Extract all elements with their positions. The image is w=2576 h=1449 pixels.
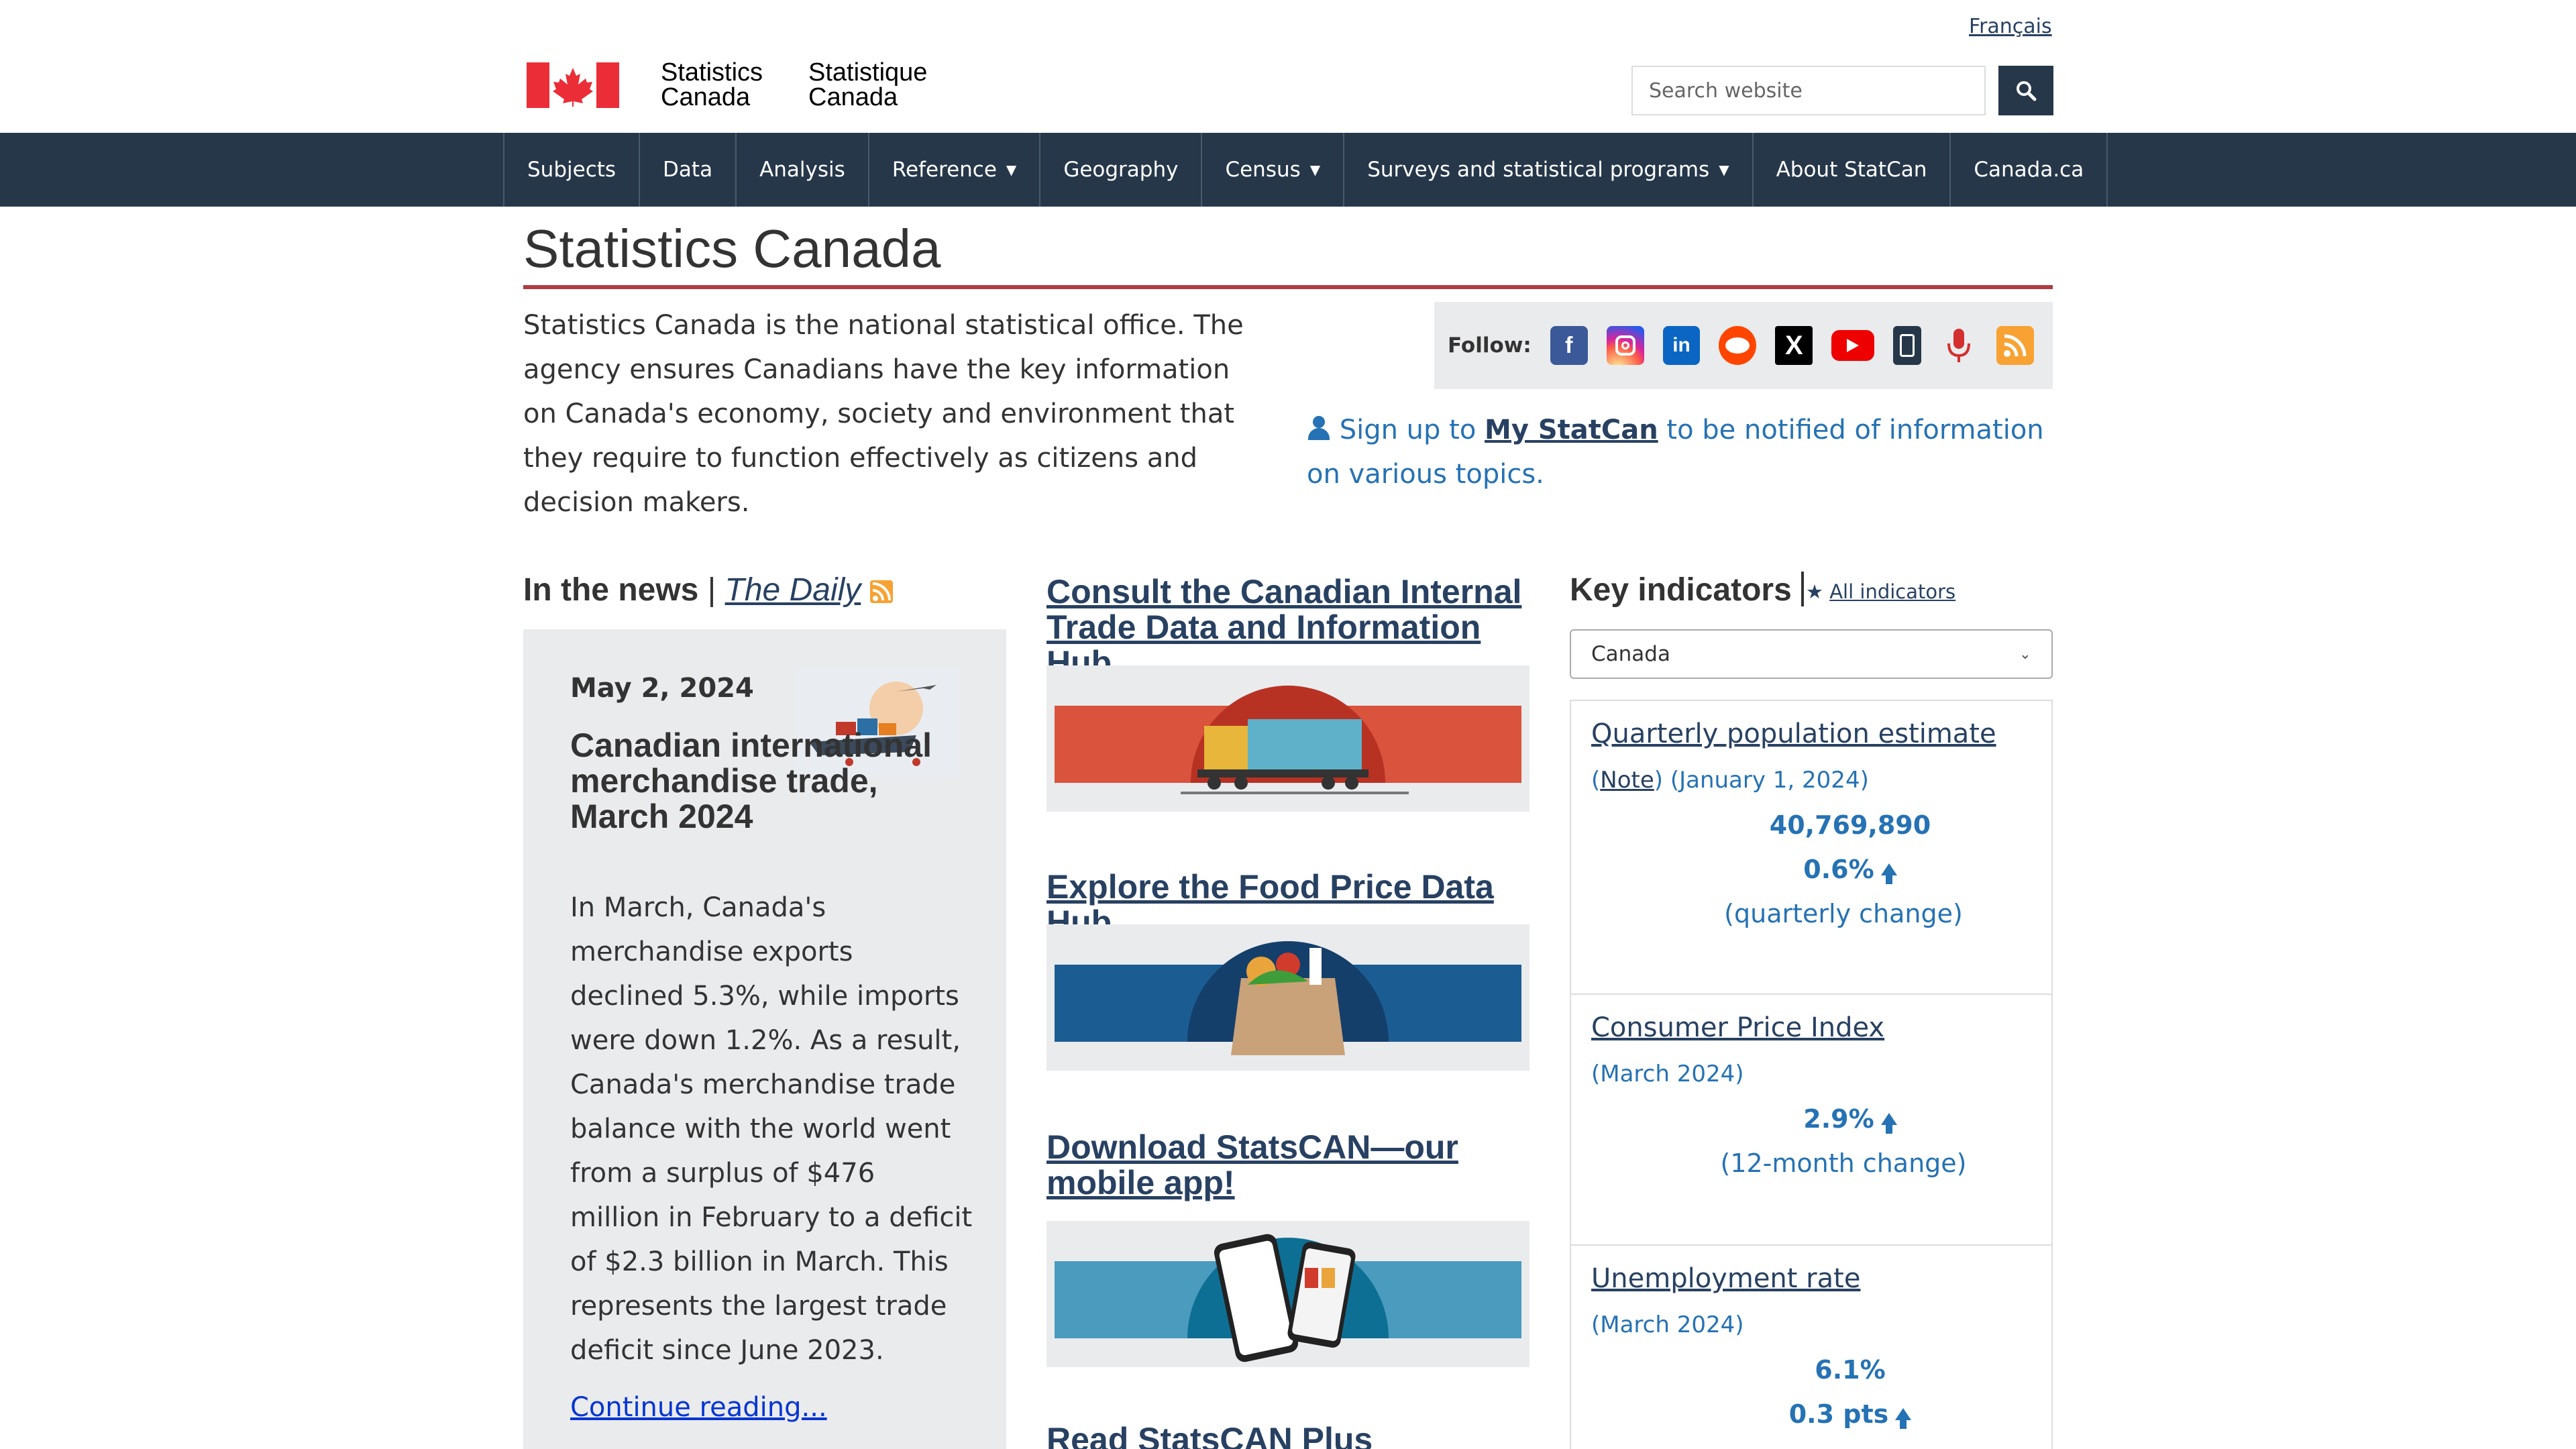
nav-label: Canada.ca — [1974, 158, 2084, 182]
chevron-down-icon: ▼ — [1309, 162, 1321, 178]
search-button[interactable] — [1998, 66, 2053, 115]
key-indicators-list: Quarterly population estimate (Note) (Ja… — [1570, 700, 2053, 1449]
nav-label: About StatCan — [1776, 158, 1927, 182]
statscan-app-icon[interactable] — [1892, 326, 1922, 365]
signature-line: Canada — [661, 83, 751, 111]
indicator-period: (March 2024) — [1591, 1311, 1744, 1338]
the-daily-link[interactable]: The Daily — [725, 572, 861, 608]
indicator-period-text: (January 1, 2024) — [1670, 767, 1869, 794]
indicator-change-desc: (12-month change) — [1720, 1148, 1967, 1178]
all-indicators-link[interactable]: ★ All indicators — [1806, 580, 1955, 603]
rss-icon[interactable] — [869, 580, 893, 603]
nav-item-reference[interactable]: Reference ▼ — [869, 133, 1041, 207]
rss-icon[interactable] — [1996, 326, 2035, 365]
chevron-down-icon: ⌄ — [2019, 645, 2031, 663]
linkedin-icon[interactable]: in — [1662, 326, 1701, 365]
nav-label: Subjects — [527, 158, 616, 182]
search-input[interactable] — [1631, 66, 1986, 115]
news-body: In March, Canada's merchandise exports d… — [570, 892, 973, 1366]
nav-label: Analysis — [759, 158, 845, 182]
nav-label: Reference — [892, 158, 997, 182]
nav-item-surveys[interactable]: Surveys and statistical programs ▼ — [1344, 133, 1754, 207]
all-indicators-label: All indicators — [1829, 580, 1956, 603]
reddit-icon[interactable] — [1719, 326, 1757, 365]
indicator-title[interactable]: Quarterly population estimate — [1591, 718, 1996, 749]
news-heading-text: In the news — [523, 572, 699, 608]
signup-notice: Sign up to My StatCan to be notified of … — [1307, 408, 2058, 496]
main-navigation: Subjects Data Analysis Reference ▼ Geogra… — [503, 133, 2108, 207]
signature-line: Canada — [808, 83, 898, 111]
indicator-population: Quarterly population estimate (Note) (Ja… — [1571, 701, 2051, 995]
nav-label: Data — [663, 158, 713, 182]
signature-english: Statistics Canada — [661, 60, 763, 110]
chevron-down-icon: ▼ — [1006, 162, 1017, 178]
indicator-title[interactable]: Unemployment rate — [1591, 1263, 1860, 1294]
search-icon — [2017, 81, 2037, 101]
intro-paragraph: Statistics Canada is the national statis… — [523, 310, 1244, 518]
indicator-title[interactable]: Consumer Price Index — [1591, 1012, 1884, 1043]
nav-item-canada-ca[interactable]: Canada.ca — [1951, 133, 2108, 207]
indicator-cpi: Consumer Price Index (March 2024) 2.9% (… — [1571, 995, 2051, 1246]
indicator-values: 6.1% 0.3 pts — [1571, 1348, 2051, 1436]
follow-label: Follow: — [1448, 333, 1532, 358]
indicator-period: (Note) (January 1, 2024) — [1591, 767, 1869, 794]
nav-item-data[interactable]: Data — [640, 133, 737, 207]
mobile-app-link[interactable]: Download StatsCAN—our mobile app! — [1046, 1130, 1543, 1201]
signature-line: Statistics — [661, 58, 763, 87]
indicator-value: 6.1% — [1815, 1355, 1886, 1385]
nav-label: Census — [1225, 158, 1301, 182]
indicator-change-desc: (quarterly change) — [1724, 899, 1963, 928]
arrow-up-icon — [1895, 1408, 1912, 1429]
user-icon — [1307, 415, 1331, 441]
continue-reading-link[interactable]: Continue reading... — [570, 1392, 827, 1423]
canada-flag-icon[interactable] — [527, 62, 619, 108]
statscan-plus-link[interactable]: Read StatsCAN Plus — [1046, 1422, 1543, 1449]
news-date: May 2, 2024 — [570, 673, 754, 704]
internal-trade-hub-image[interactable] — [1046, 665, 1529, 812]
nav-item-subjects[interactable]: Subjects — [504, 133, 641, 207]
indicator-note-link[interactable]: Note — [1600, 767, 1654, 794]
signature-line: Statistique — [808, 58, 928, 87]
indicator-values: 40,769,890 0.6% (quarterly change) — [1571, 803, 2051, 936]
heading-separator — [1801, 572, 1804, 606]
follow-bar: Follow: f in X — [1434, 302, 2053, 389]
facebook-icon[interactable]: f — [1550, 326, 1588, 365]
indicator-change: 0.6% — [1803, 855, 1874, 884]
arrow-up-icon — [1880, 1113, 1897, 1134]
nav-label: Surveys and statistical programs — [1367, 158, 1710, 182]
food-price-hub-image[interactable] — [1046, 924, 1529, 1071]
news-title[interactable]: Canadian international merchandise trade… — [570, 728, 959, 835]
instagram-icon[interactable] — [1606, 326, 1644, 365]
nav-item-analysis[interactable]: Analysis — [737, 133, 869, 207]
nav-item-geography[interactable]: Geography — [1040, 133, 1203, 207]
podcast-icon[interactable] — [1940, 326, 1978, 365]
nav-label: Geography — [1063, 158, 1179, 182]
language-toggle-link[interactable]: Français — [1969, 15, 2052, 38]
title-divider — [523, 285, 2053, 289]
star-icon: ★ — [1806, 580, 1823, 603]
nav-item-census[interactable]: Census ▼ — [1202, 133, 1345, 207]
indicator-unemployment: Unemployment rate (March 2024) 6.1% 0.3 … — [1571, 1246, 2051, 1449]
region-selected-value: Canada — [1591, 642, 1670, 666]
youtube-icon[interactable] — [1831, 330, 1874, 361]
key-indicators-heading: Key indicators — [1570, 572, 1792, 608]
signup-prefix: Sign up to — [1339, 415, 1477, 445]
mobile-app-image[interactable] — [1046, 1221, 1529, 1367]
arrow-up-icon — [1880, 863, 1897, 884]
indicator-values: 2.9% (12-month change) — [1571, 1097, 2051, 1185]
chevron-down-icon: ▼ — [1719, 162, 1729, 178]
page-title: Statistics Canada — [523, 219, 941, 278]
signature-french: Statistique Canada — [808, 60, 927, 110]
indicator-value: 40,769,890 — [1769, 810, 1931, 840]
my-statcan-link[interactable]: My StatCan — [1485, 415, 1658, 445]
heading-separator: | — [707, 572, 716, 608]
nav-item-about[interactable]: About StatCan — [1754, 133, 1951, 207]
region-select[interactable]: Canada ⌄ — [1570, 629, 2053, 679]
indicator-change: 2.9% — [1803, 1104, 1874, 1134]
x-icon[interactable]: X — [1775, 326, 1813, 365]
news-heading: In the news | The Daily — [523, 572, 893, 608]
indicator-change: 0.3 pts — [1788, 1399, 1889, 1429]
indicator-period: (March 2024) — [1591, 1061, 1744, 1087]
